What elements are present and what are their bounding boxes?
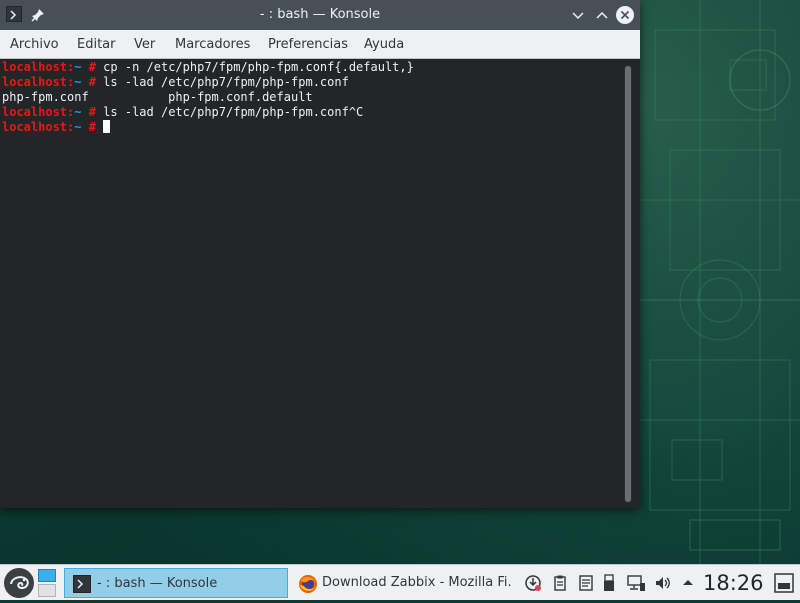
taskbar: - : bash — Konsole Download Zabbix - Moz… bbox=[0, 564, 800, 600]
command-text: cp -n /etc/php7/fpm/php-fpm.conf{.defaul… bbox=[95, 60, 414, 74]
menu-marcadores[interactable]: Marcadores bbox=[175, 30, 250, 59]
task-firefox[interactable]: Download Zabbix - Mozilla Fi... bbox=[290, 568, 512, 598]
window-title: - : bash — Konsole bbox=[259, 7, 381, 22]
menu-ayuda[interactable]: Ayuda bbox=[364, 30, 404, 59]
menu-archivo[interactable]: Archivo bbox=[10, 30, 59, 59]
virtual-desktop-pager[interactable] bbox=[38, 569, 56, 597]
show-desktop-icon[interactable] bbox=[773, 572, 795, 594]
terminal-line: localhost:~ # ls -lad /etc/php7/fpm/php-… bbox=[2, 105, 364, 119]
window-titlebar[interactable]: - : bash — Konsole bbox=[0, 0, 640, 30]
notes-icon[interactable] bbox=[577, 574, 595, 592]
tray-expand-icon[interactable] bbox=[680, 574, 698, 592]
menu-editar[interactable]: Editar bbox=[77, 30, 116, 59]
application-launcher-icon[interactable] bbox=[3, 567, 35, 599]
text-cursor bbox=[103, 120, 111, 133]
scrollbar-thumb[interactable] bbox=[625, 66, 631, 502]
terminal-line: localhost:~ # cp -n /etc/php7/fpm/php-fp… bbox=[2, 60, 414, 74]
konsole-window[interactable]: - : bash — Konsole Archivo Editar Ver Ma… bbox=[0, 0, 640, 508]
task-label: Download Zabbix - Mozilla Fi... bbox=[322, 575, 512, 590]
task-label: - : bash — Konsole bbox=[97, 576, 218, 591]
menubar: Archivo Editar Ver Marcadores Preferenci… bbox=[0, 30, 640, 59]
command-text: ls -lad /etc/php7/fpm/php-fpm.conf^C bbox=[95, 105, 364, 119]
konsole-icon bbox=[73, 575, 91, 593]
clipboard-icon[interactable] bbox=[551, 574, 569, 592]
task-konsole[interactable]: - : bash — Konsole bbox=[64, 568, 288, 598]
maximize-button[interactable] bbox=[592, 5, 612, 25]
desktop-2[interactable] bbox=[38, 584, 56, 597]
updates-icon[interactable] bbox=[524, 574, 542, 592]
network-icon[interactable] bbox=[626, 574, 645, 592]
clock[interactable]: 18:26 bbox=[703, 565, 764, 601]
terminal-line: localhost:~ # bbox=[2, 120, 111, 135]
command-text: ls -lad /etc/php7/fpm/php-fpm.conf bbox=[95, 75, 349, 89]
terminal-area[interactable]: localhost:~ # cp -n /etc/php7/fpm/php-fp… bbox=[0, 59, 640, 508]
minimize-button[interactable] bbox=[568, 5, 588, 25]
terminal-output-line: php-fpm.conf php-fpm.conf.default bbox=[2, 90, 313, 105]
firefox-icon bbox=[298, 574, 317, 593]
terminal-line: localhost:~ # ls -lad /etc/php7/fpm/php-… bbox=[2, 75, 349, 89]
close-button[interactable] bbox=[615, 5, 635, 25]
menu-ver[interactable]: Ver bbox=[134, 30, 155, 59]
volume-icon[interactable] bbox=[654, 574, 672, 592]
desktop-1[interactable] bbox=[38, 569, 56, 582]
menu-preferencias[interactable]: Preferencias bbox=[268, 30, 348, 59]
command-text bbox=[96, 120, 103, 134]
usb-icon[interactable] bbox=[600, 574, 618, 592]
output-text: php-fpm.conf php-fpm.conf.default bbox=[2, 90, 313, 104]
